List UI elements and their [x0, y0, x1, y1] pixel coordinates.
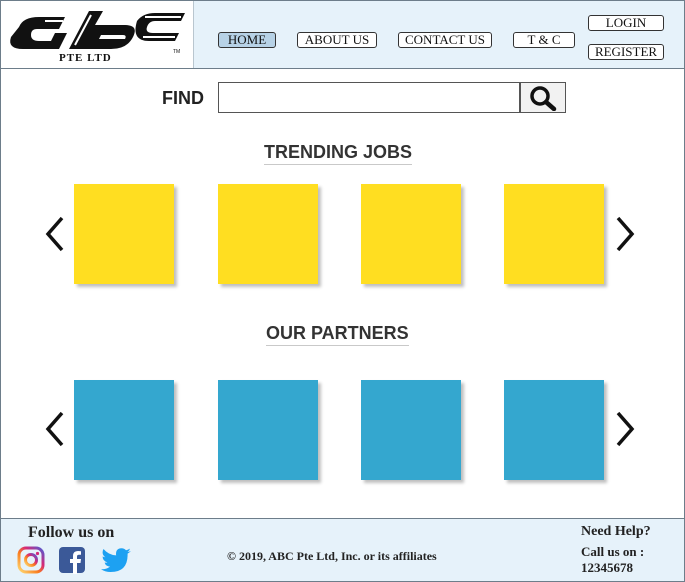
- login-button[interactable]: LOGIN: [588, 15, 664, 31]
- logo-mark: TM: [10, 11, 185, 55]
- register-button[interactable]: REGISTER: [588, 44, 664, 60]
- find-label: FIND: [162, 88, 204, 108]
- facebook-icon[interactable]: [58, 546, 86, 574]
- header: TM PTE LTD HOME ABOUT US CONTACT US T & …: [1, 1, 684, 69]
- partner-card[interactable]: [504, 380, 604, 480]
- trending-job-card[interactable]: [504, 184, 604, 284]
- our-partners-title: OUR PARTNERS: [266, 323, 409, 346]
- partner-card[interactable]: [74, 380, 174, 480]
- trending-job-card[interactable]: [74, 184, 174, 284]
- trending-prev-arrow[interactable]: [42, 214, 68, 254]
- partner-card[interactable]: [218, 380, 318, 480]
- partners-next-arrow[interactable]: [612, 409, 638, 449]
- search-icon: [530, 86, 557, 111]
- call-us-label: Call us on :: [581, 544, 645, 559]
- trending-next-arrow[interactable]: [612, 214, 638, 254]
- instagram-icon[interactable]: [17, 546, 45, 574]
- nav-terms[interactable]: T & C: [513, 32, 575, 48]
- copyright-text: © 2019, ABC Pte Ltd, Inc. or its affilia…: [227, 549, 437, 563]
- trending-jobs-title: TRENDING JOBS: [264, 142, 413, 165]
- logo-subtitle: PTE LTD: [59, 52, 112, 64]
- twitter-icon[interactable]: [100, 546, 132, 574]
- trending-job-card[interactable]: [361, 184, 461, 284]
- trending-job-card[interactable]: [218, 184, 318, 284]
- phone-number[interactable]: 12345678: [581, 560, 633, 576]
- logo[interactable]: TM PTE LTD: [1, 1, 194, 68]
- partner-card[interactable]: [361, 380, 461, 480]
- partners-prev-arrow[interactable]: [42, 409, 68, 449]
- footer: Follow us on © 2019, ABC Pte Ltd, Inc. o…: [1, 518, 684, 581]
- svg-text:TM: TM: [173, 49, 180, 55]
- search-input[interactable]: [218, 82, 520, 113]
- follow-us-label: Follow us on: [28, 524, 115, 541]
- search-button[interactable]: [520, 82, 566, 113]
- need-help-title: Need Help?: [581, 524, 651, 539]
- nav-home[interactable]: HOME: [218, 32, 276, 48]
- nav-contact-us[interactable]: CONTACT US: [398, 32, 492, 48]
- nav-about-us[interactable]: ABOUT US: [297, 32, 377, 48]
